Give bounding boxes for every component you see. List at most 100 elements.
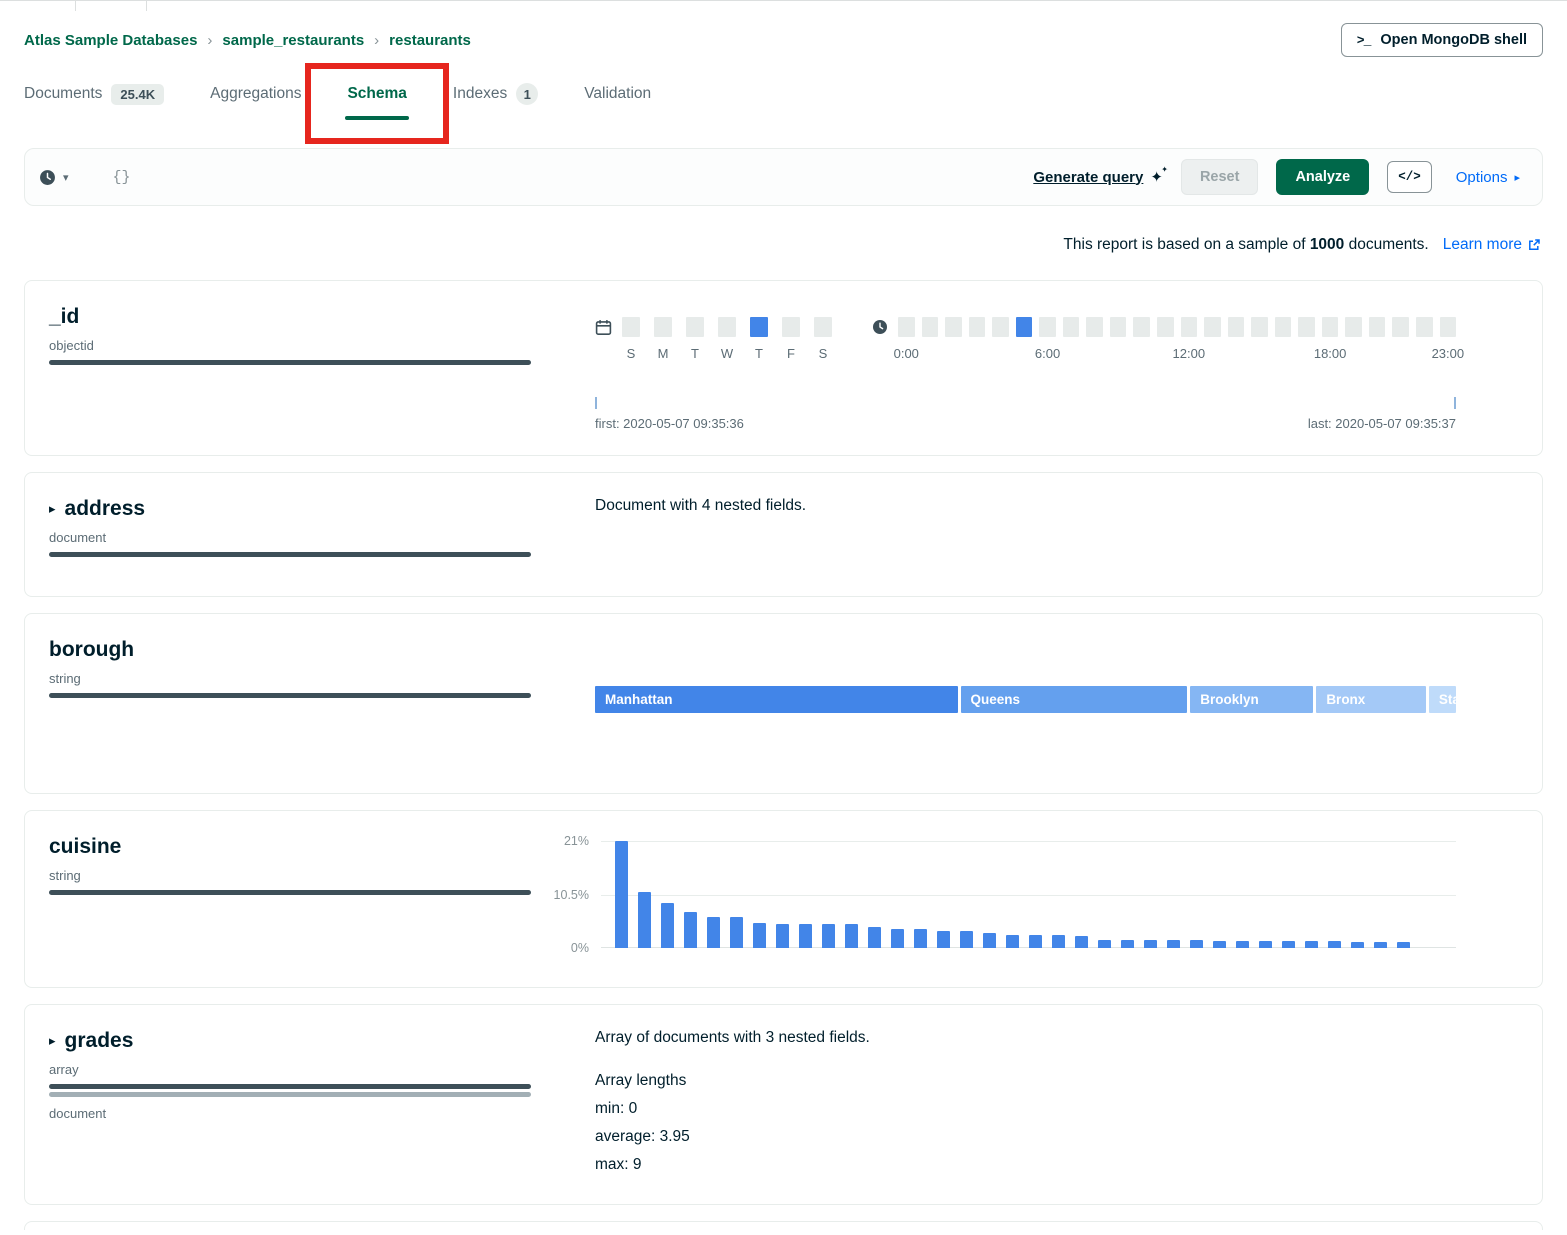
breadcrumb-item-sample-restaurants[interactable]: sample_restaurants [222,32,364,49]
cuisine-bar[interactable] [684,912,697,948]
cuisine-bar[interactable] [845,924,858,948]
hour-bar[interactable] [1440,317,1457,337]
cuisine-bar[interactable] [661,903,674,948]
collection-tab-stub[interactable] [75,0,147,11]
cuisine-bar[interactable] [1374,942,1387,948]
cuisine-bar[interactable] [1144,940,1157,948]
weekday-label: F [782,346,800,361]
hour-bar[interactable] [898,317,915,337]
tab-aggregations[interactable]: Aggregations [210,83,301,120]
expand-caret-icon[interactable]: ▸ [49,1033,56,1049]
cuisine-bar[interactable] [730,917,743,948]
hour-bar[interactable] [1157,317,1174,337]
hour-bar[interactable] [1063,317,1080,337]
breadcrumb-item-atlas-sample-databases[interactable]: Atlas Sample Databases [24,32,197,49]
cuisine-bar[interactable] [1351,942,1364,948]
cuisine-bar[interactable] [1052,935,1065,948]
hour-bar[interactable] [1275,317,1292,337]
cuisine-bar[interactable] [799,924,812,948]
borough-segment[interactable]: Manhattan [595,686,958,713]
timeline-last-label: last: 2020-05-07 09:35:37 [1308,416,1456,431]
cuisine-y-tick-label: 10.5% [554,888,589,902]
hour-bar[interactable] [1228,317,1245,337]
hour-bar[interactable] [1322,317,1339,337]
hour-bar[interactable] [1039,317,1056,337]
open-mongodb-shell-button[interactable]: >_ Open MongoDB shell [1341,23,1543,57]
hour-bar[interactable] [1251,317,1268,337]
analyze-button[interactable]: Analyze [1276,159,1369,195]
cuisine-bar[interactable] [1305,941,1318,948]
tab-label: Documents [24,85,102,103]
weekday-bar[interactable] [782,317,800,337]
query-history-button[interactable]: ▾ [39,169,69,186]
hour-bar[interactable] [922,317,939,337]
weekday-bar[interactable] [718,317,736,337]
cuisine-bar[interactable] [868,927,881,948]
tab-schema[interactable]: Schema [347,83,406,120]
weekday-bar[interactable] [686,317,704,337]
weekday-bar[interactable] [654,317,672,337]
learn-more-link[interactable]: Learn more [1443,236,1541,254]
cuisine-bar[interactable] [983,933,996,948]
hour-bar[interactable] [1416,317,1433,337]
tab-documents[interactable]: Documents25.4K [24,83,164,120]
hour-bar[interactable] [1298,317,1315,337]
hour-bar[interactable] [1110,317,1127,337]
options-link[interactable]: Options ▸ [1456,169,1520,186]
borough-segment[interactable]: Bronx [1316,686,1426,713]
generate-query-link[interactable]: Generate query ✦✦ [1033,169,1163,186]
cuisine-bar[interactable] [1259,941,1272,948]
cuisine-bar[interactable] [1282,941,1295,948]
hour-column: 18:00 [1322,317,1339,337]
cuisine-bar[interactable] [891,929,904,948]
cuisine-bar[interactable] [822,924,835,948]
cuisine-bar[interactable] [1121,940,1134,948]
weekday-bar[interactable] [814,317,832,337]
cuisine-bar[interactable] [1397,942,1410,948]
breadcrumb-item-restaurants[interactable]: restaurants [389,32,471,49]
weekday-bar[interactable] [750,317,768,337]
hour-bar[interactable] [1016,317,1033,337]
hour-bar[interactable] [1392,317,1409,337]
cuisine-bar[interactable] [937,931,950,948]
hour-bar[interactable] [1086,317,1103,337]
field-card-borough: borough string ManhattanQueensBrooklynBr… [24,613,1543,794]
borough-segment[interactable]: Brooklyn [1190,686,1313,713]
borough-segment[interactable]: Queens [961,686,1188,713]
export-code-button[interactable]: </> [1387,161,1432,193]
cuisine-bar[interactable] [1029,935,1042,948]
cuisine-bar[interactable] [638,892,651,948]
cuisine-bar[interactable] [1190,940,1203,948]
borough-segment[interactable]: Staten Island [1429,686,1456,713]
cuisine-bar[interactable] [914,929,927,948]
tab-indexes[interactable]: Indexes1 [453,83,538,120]
cuisine-bar[interactable] [1328,941,1341,948]
tab-validation[interactable]: Validation [584,83,651,120]
cuisine-bar[interactable] [1167,940,1180,948]
cuisine-bar[interactable] [960,931,973,948]
hour-bar[interactable] [1204,317,1221,337]
cuisine-bar[interactable] [707,917,720,948]
query-filter-input[interactable]: {} [87,169,1016,186]
expand-caret-icon[interactable]: ▸ [49,501,56,517]
cuisine-bar[interactable] [1075,936,1088,948]
hour-bar[interactable] [1369,317,1386,337]
hour-bar[interactable] [992,317,1009,337]
cuisine-bar[interactable] [615,841,628,948]
cuisine-bar[interactable] [1236,941,1249,948]
cuisine-bar[interactable] [776,924,789,948]
hour-bar[interactable] [1345,317,1362,337]
cuisine-bar[interactable] [1006,935,1019,948]
hour-bar[interactable] [1133,317,1150,337]
weekday-bar[interactable] [622,317,640,337]
weekday-label: S [622,346,640,361]
hour-bar[interactable] [1181,317,1198,337]
cuisine-bar[interactable] [753,923,766,948]
hour-tick-label: 6:00 [1035,346,1060,361]
hour-bar[interactable] [969,317,986,337]
hour-bar[interactable] [945,317,962,337]
cuisine-bar[interactable] [1213,941,1226,948]
cuisine-bar[interactable] [1098,940,1111,948]
weekday-label: T [750,346,768,361]
reset-button[interactable]: Reset [1181,159,1259,195]
